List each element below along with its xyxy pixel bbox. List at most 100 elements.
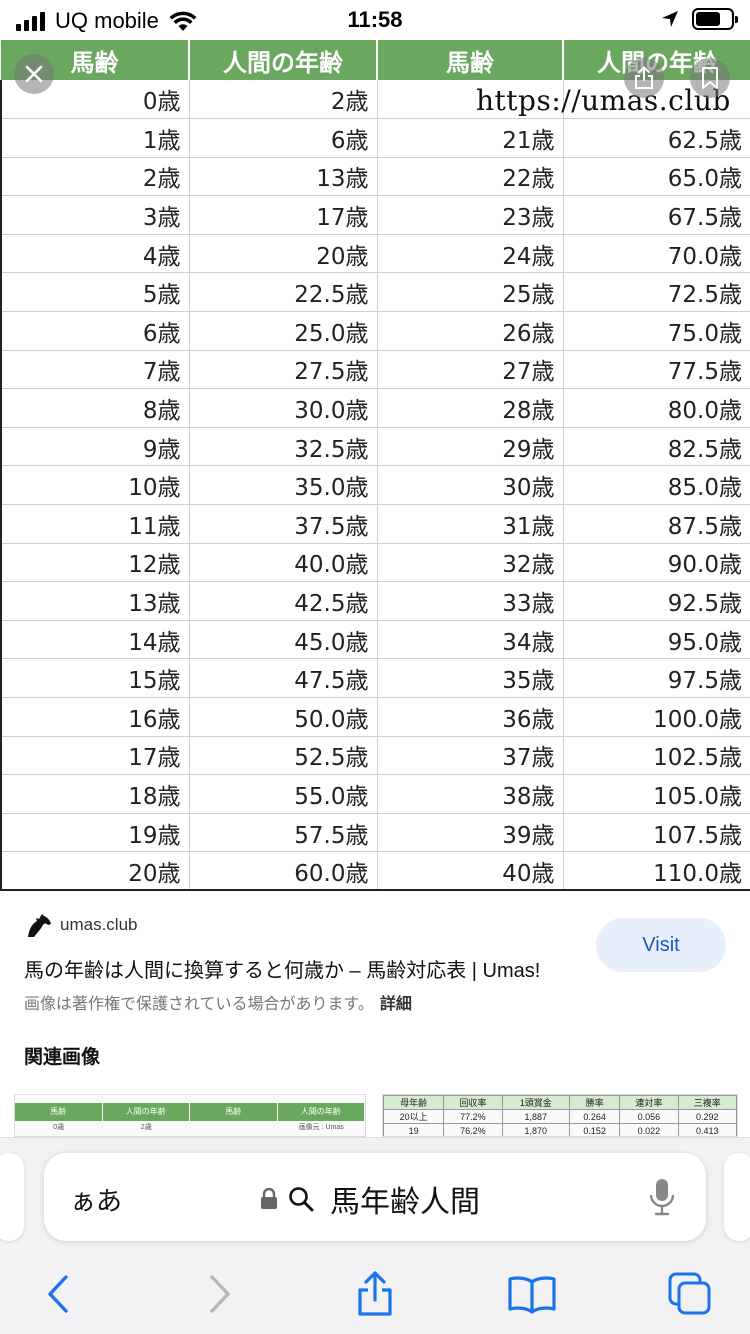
related-image-thumbnail-2[interactable]: 母年齢 回収率 1頭賞金 勝率 連対率 三複率 20以上 77.2% 1,887 0.264 0.0… <box>382 1094 738 1137</box>
visit-button[interactable]: Visit <box>596 918 726 972</box>
table-cell: 50.0歳 <box>189 697 378 737</box>
save-image-button[interactable] <box>690 58 730 98</box>
table-cell: 31歳 <box>377 504 564 544</box>
back-button[interactable] <box>28 1266 88 1322</box>
table-cell: 26歳 <box>377 311 564 351</box>
thumb-stats-row: 母年齢 回収率 1頭賞金 勝率 連対率 三複率 <box>383 1095 737 1110</box>
related-image-thumbnail[interactable]: 馬齢 人間の年齢 馬齢 人間の年齢 0歳 2歳 画像元 : Umas <box>14 1094 366 1137</box>
search-query-text: 馬年齢人間 <box>330 1186 480 1219</box>
page-title-link[interactable]: 馬の年齢は人間に換算すると何歳か – 馬齢対応表 | Umas! <box>24 954 540 983</box>
microphone-icon[interactable] <box>648 1177 676 1217</box>
table-cell: 23歳 <box>377 195 564 235</box>
thumb-stats-table: 母年齢 回収率 1頭賞金 勝率 連対率 三複率 20以上 77.2% 1,887 0.264 0.0… <box>383 1095 737 1136</box>
table-cell: 17歳 <box>0 736 190 776</box>
thumb-stats-cell: 勝率 <box>569 1095 621 1110</box>
lock-icon <box>261 1187 277 1209</box>
browser-bottom-bar: ぁあ 馬年齢人間 <box>0 1137 750 1334</box>
table-cell: 40歳 <box>377 851 564 892</box>
thumb-stats-row: 20以上 77.2% 1,887 0.264 0.056 0.292 <box>383 1109 737 1124</box>
table-cell: 20歳 <box>189 234 378 274</box>
share-button[interactable] <box>345 1266 405 1322</box>
table-cell: 6歳 <box>189 118 378 158</box>
table-cell: 95.0歳 <box>563 620 750 660</box>
table-cell: 39歳 <box>377 813 564 853</box>
table-cell: 47.5歳 <box>189 658 378 698</box>
table-cell: 65.0歳 <box>563 157 750 197</box>
table-cell: 2歳 <box>189 80 378 120</box>
thumb-stats-cell: 19 <box>383 1123 445 1136</box>
chevron-left-icon <box>48 1275 68 1313</box>
share-image-button[interactable] <box>624 58 664 98</box>
thumb-stats-cell: 1,887 <box>501 1109 571 1124</box>
thumb-cell: 0歳 <box>53 1124 65 1131</box>
table-cell: 24歳 <box>377 234 564 274</box>
status-right <box>660 8 738 30</box>
bookmark-icon <box>702 67 718 89</box>
table-row: 16歳 50.0歳 36歳 100.0歳 <box>0 697 750 737</box>
horse-logo-icon <box>28 914 51 937</box>
table-row: 9歳 32.5歳 29歳 82.5歳 <box>0 427 750 467</box>
table-cell: 30歳 <box>377 465 564 506</box>
thumb-header-cell: 人間の年齢 <box>278 1103 365 1121</box>
table-cell: 6歳 <box>0 311 190 351</box>
table-cell: 30.0歳 <box>189 388 378 428</box>
bookmarks-button[interactable] <box>502 1266 562 1322</box>
thumb-stats-cell: 三複率 <box>677 1095 737 1110</box>
table-cell: 55.0歳 <box>189 774 378 814</box>
table-cell: 13歳 <box>189 157 378 197</box>
reader-settings-button[interactable]: ぁあ <box>70 1181 122 1218</box>
detail-link[interactable]: 詳細 <box>380 996 412 1013</box>
table-cell: 1歳 <box>0 118 190 158</box>
forward-button[interactable] <box>190 1266 250 1322</box>
table-cell: 62.5歳 <box>563 118 750 158</box>
table-cell: 36歳 <box>377 697 564 737</box>
source-name: umas.club <box>60 915 138 934</box>
related-images-heading: 関連画像 <box>24 1047 101 1068</box>
table-row: 15歳 47.5歳 35歳 97.5歳 <box>0 658 750 698</box>
thumb-stats-cell: 20以上 <box>383 1109 445 1124</box>
tabs-button[interactable] <box>660 1266 720 1322</box>
close-icon <box>25 65 43 83</box>
thumb-stats-cell: 77.2% <box>443 1109 503 1124</box>
source-row[interactable]: umas.club <box>24 912 137 938</box>
book-icon <box>508 1276 556 1314</box>
table-cell: 5歳 <box>0 272 190 313</box>
table-row: 13歳 42.5歳 33歳 92.5歳 <box>0 581 750 621</box>
address-content[interactable]: 馬年齢人間 <box>260 1177 480 1221</box>
table-cell: 13歳 <box>0 581 190 621</box>
horse-age-table: 馬齢 人間の年齢 馬齢 人間の年齢 0歳2歳1歳6歳21歳62.5歳2歳13歳2… <box>0 40 750 892</box>
table-cell: 75.0歳 <box>563 311 750 351</box>
table-cell: 72.5歳 <box>563 272 750 313</box>
table-row: 6歳 25.0歳 26歳 75.0歳 <box>0 311 750 351</box>
table-body: 0歳 2歳 1歳 6歳 21歳 62.5歳 2歳 13歳 22歳 65.0歳 3歳 17歳 23歳 67.… <box>0 80 750 892</box>
table-cell: 12歳 <box>0 543 190 583</box>
table-row: 20歳 60.0歳 40歳 110.0歳 <box>0 851 750 892</box>
table-cell: 21歳 <box>377 118 564 158</box>
status-time: 11:58 <box>347 7 403 32</box>
previous-tab-card[interactable] <box>0 1153 24 1241</box>
table-cell: 45.0歳 <box>189 620 378 660</box>
table-row: 1歳 6歳 21歳 62.5歳 <box>0 118 750 158</box>
close-button[interactable] <box>14 54 54 94</box>
table-row: 10歳 35.0歳 30歳 85.0歳 <box>0 465 750 506</box>
share-icon <box>635 66 653 89</box>
table-cell: 92.5歳 <box>563 581 750 621</box>
table-cell: 80.0歳 <box>563 388 750 428</box>
table-cell: 25.0歳 <box>189 311 378 351</box>
table-cell: 105.0歳 <box>563 774 750 814</box>
thumb-stats-cell: 0.264 <box>569 1109 621 1124</box>
battery-icon <box>692 8 738 30</box>
thumb-stats-cell: 回収率 <box>443 1095 503 1110</box>
table-row: 17歳 52.5歳 37歳 102.5歳 <box>0 736 750 776</box>
table-cell: 14歳 <box>0 620 190 660</box>
address-bar[interactable]: ぁあ 馬年齢人間 <box>44 1153 706 1241</box>
table-cell: 52.5歳 <box>189 736 378 776</box>
image-info-panel: umas.club Visit 馬の年齢は人間に換算すると何歳か – 馬齢対応表… <box>0 892 750 1137</box>
next-tab-card[interactable] <box>724 1153 750 1241</box>
table-cell: 110.0歳 <box>563 851 750 892</box>
browser-toolbar <box>0 1266 750 1322</box>
thumb-stats-cell: 0.152 <box>569 1123 621 1136</box>
table-row: 12歳 40.0歳 32歳 90.0歳 <box>0 543 750 583</box>
image-viewer[interactable]: 馬齢 人間の年齢 馬齢 人間の年齢 0歳2歳1歳6歳21歳62.5歳2歳13歳2… <box>0 40 750 892</box>
table-cell: 40.0歳 <box>189 543 378 583</box>
